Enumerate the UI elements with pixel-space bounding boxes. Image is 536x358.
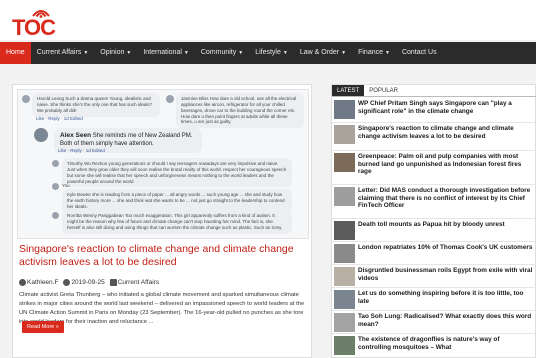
list-item[interactable]: Singapore's reaction to climate change a…: [332, 123, 536, 151]
avatar: [52, 160, 59, 167]
list-item[interactable]: Disgruntled businessman roils Egypt from…: [332, 265, 536, 288]
post-title[interactable]: The existence of dragonflies is nature's…: [358, 336, 534, 351]
nav-label: Home: [6, 49, 25, 56]
date: 2019-09-25: [63, 279, 105, 287]
author-name: Kathleen.F: [27, 279, 59, 287]
date-text: 2019-09-25: [71, 279, 105, 287]
category-text: Current Affairs: [117, 279, 160, 287]
list-item[interactable]: The existence of dragonflies is nature's…: [332, 334, 536, 358]
folder-icon: [109, 279, 117, 286]
clock-icon: [63, 279, 71, 286]
list-item[interactable]: Death toll mounts as Papua hit by bloody…: [332, 219, 536, 242]
nav-label: International: [143, 49, 182, 56]
avatar: [34, 128, 48, 142]
list-item[interactable]: Letter: Did MAS conduct a thorough inves…: [332, 185, 536, 219]
comment-bubble: Harold Leong Such a drama queen! Young, …: [32, 93, 160, 117]
header-bar: TOC: [0, 0, 536, 40]
nav-lifestyle[interactable]: Lifestyle ▼: [249, 42, 294, 64]
list-item[interactable]: WP Chief Pritam Singh says Singapore can…: [332, 98, 536, 123]
nav-label: Law & Order: [299, 49, 340, 56]
site-logo[interactable]: TOC: [12, 6, 58, 40]
nav-label: Opinion: [100, 49, 125, 56]
logo-text: TOC: [12, 15, 56, 40]
tab-popular[interactable]: POPULAR: [364, 85, 403, 96]
thumbnail[interactable]: [334, 313, 355, 332]
list-item[interactable]: Tao Soh Lung: Radicalised? What exactly …: [332, 311, 536, 334]
post-title[interactable]: Singapore's reaction to climate change a…: [358, 125, 534, 140]
avatar: [52, 212, 59, 219]
post-title[interactable]: Greenpeace: Palm oil and pulp companies …: [358, 153, 534, 176]
thumbnail[interactable]: [334, 336, 355, 355]
main-nav: Home Current Affairs ▼ Opinion ▼ Internati…: [0, 42, 536, 64]
nav-community[interactable]: Community ▼: [195, 42, 249, 64]
nav-label: Lifestyle: [255, 49, 281, 56]
post-title[interactable]: Let us do something inspiring before it …: [358, 290, 534, 305]
thumbnail[interactable]: [334, 244, 355, 263]
author[interactable]: Kathleen.F: [19, 279, 58, 286]
article-card: Harold Leong Such a drama queen! Young, …: [12, 84, 312, 358]
tab-latest[interactable]: LATEST: [332, 85, 365, 96]
commenter-name: Alex Seen: [60, 132, 92, 139]
comment-actions: Like · Reply · 1d Edited: [36, 116, 83, 121]
article-title[interactable]: Singapore's reaction to climate change a…: [19, 243, 309, 269]
chevron-down-icon: ▼: [83, 50, 89, 56]
comment-actions: Like · Reply · 1d Edited: [58, 148, 105, 153]
chevron-down-icon: ▼: [126, 50, 132, 56]
nav-label: Current Affairs: [36, 49, 82, 56]
chevron-down-icon: ▼: [183, 50, 189, 56]
nav-label: Finance: [358, 49, 383, 56]
chevron-down-icon: ▼: [385, 50, 390, 56]
thumbnail[interactable]: [334, 221, 355, 240]
article-meta: Kathleen.F 2019-09-25 Current Affairs: [19, 279, 159, 286]
nav-law-order[interactable]: Law & Order ▼: [294, 42, 352, 64]
post-title[interactable]: Disgruntled businessman roils Egypt from…: [358, 267, 534, 282]
chevron-down-icon: ▼: [238, 50, 244, 56]
featured-image[interactable]: Harold Leong Such a drama queen! Young, …: [17, 89, 309, 239]
thumbnail[interactable]: [334, 267, 355, 286]
nav-international[interactable]: International ▼: [137, 42, 194, 64]
chevron-down-icon: ▼: [282, 50, 288, 56]
post-title[interactable]: Tao Soh Lung: Radicalised? What exactly …: [358, 313, 534, 328]
post-title[interactable]: Death toll mounts as Papua hit by bloody…: [358, 221, 534, 229]
nav-finance[interactable]: Finance ▼: [352, 42, 396, 64]
nav-contact-us[interactable]: Contact Us: [396, 42, 443, 64]
nav-label: Community: [200, 49, 237, 56]
user-icon: [19, 279, 26, 286]
comment-bubble: Jasmine Bliss How dare a old school, use…: [176, 93, 304, 129]
thumbnail[interactable]: [334, 187, 355, 206]
avatar: [52, 183, 59, 190]
thumbnail[interactable]: [334, 290, 355, 309]
nav-current-affairs[interactable]: Current Affairs ▼: [31, 42, 95, 64]
post-title[interactable]: London repatriates 10% of Thomas Cook's …: [358, 244, 534, 252]
list-item[interactable]: Let us do something inspiring before it …: [332, 288, 536, 311]
avatar: [22, 95, 30, 103]
nav-opinion[interactable]: Opinion ▼: [94, 42, 137, 64]
comment-bubble: Kyle Bowee she is reading from a piece o…: [62, 189, 292, 213]
comment-bubble: Timothy Wu Reckon young generations or s…: [62, 158, 292, 188]
reply-author: You: [62, 183, 70, 188]
avatar: [166, 95, 174, 103]
sidebar-tabs: LATEST POPULAR: [332, 85, 536, 97]
post-title[interactable]: WP Chief Pritam Singh says Singapore can…: [358, 100, 534, 115]
chevron-down-icon: ▼: [341, 50, 347, 56]
nav-home[interactable]: Home: [0, 42, 31, 64]
post-title[interactable]: Letter: Did MAS conduct a thorough inves…: [358, 187, 534, 210]
list-item[interactable]: Greenpeace: Palm oil and pulp companies …: [332, 151, 536, 185]
list-item[interactable]: London repatriates 10% of Thomas Cook's …: [332, 242, 536, 265]
thumbnail[interactable]: [334, 153, 355, 172]
comment-bubble: Rorritta Wenny Panggabean Too much exagg…: [62, 210, 292, 234]
nav-label: Contact Us: [401, 49, 437, 56]
thumbnail[interactable]: [334, 125, 355, 144]
category[interactable]: Current Affairs: [109, 279, 160, 287]
thumbnail[interactable]: [334, 100, 355, 119]
sidebar-widget: LATEST POPULAR WP Chief Pritam Singh say…: [331, 84, 536, 358]
read-more-button[interactable]: Read More »: [22, 321, 64, 333]
